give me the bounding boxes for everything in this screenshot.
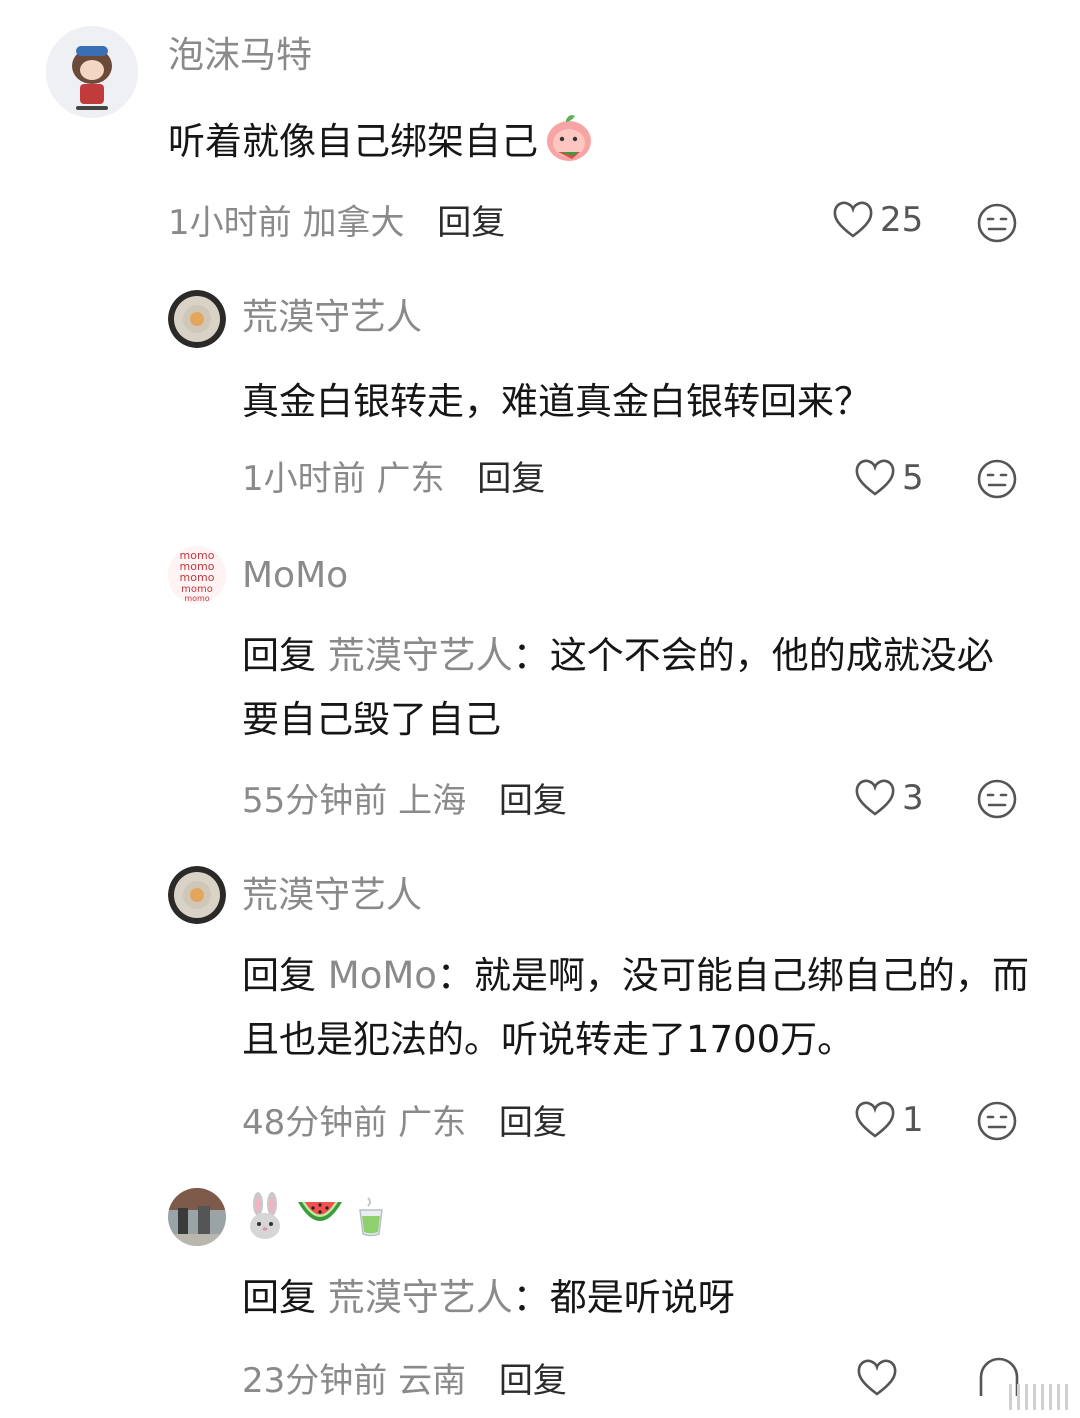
avatar-text: momo: [184, 594, 209, 603]
dislike-button[interactable]: [976, 1100, 1018, 1146]
location: 广东: [376, 459, 445, 499]
reply-button[interactable]: 回复: [499, 1361, 567, 1401]
meh-face-icon: [977, 203, 1017, 243]
like-button[interactable]: 25: [832, 200, 923, 240]
comment-meta: 23分钟前 云南 回复: [242, 1364, 567, 1398]
like-button[interactable]: [856, 1358, 898, 1398]
heart-icon: [855, 459, 895, 496]
comment-text: 听着就像自己绑架自己: [168, 110, 1028, 184]
comment-text: 回复 荒漠守艺人：这个不会的，他的成就没必要自己毁了自己: [242, 624, 1022, 752]
reply-to-username[interactable]: MoMo: [328, 954, 437, 997]
username[interactable]: 荒漠守艺人: [242, 300, 422, 336]
like-button[interactable]: 3: [854, 778, 924, 818]
location: 上海: [398, 781, 467, 821]
username[interactable]: 泡沫马特: [168, 38, 312, 74]
watermark-bars: [1009, 1384, 1068, 1410]
meh-face-icon: [977, 779, 1017, 819]
dislike-button[interactable]: [976, 202, 1018, 248]
username[interactable]: MoMo: [242, 558, 348, 594]
reply-button[interactable]: 回复: [437, 203, 505, 243]
username[interactable]: 荒漠守艺人: [242, 878, 422, 914]
reply-prefix: 回复: [242, 954, 316, 997]
comment-body: ：都是听说呀: [512, 1276, 735, 1319]
location: 广东: [398, 1103, 467, 1143]
reply-to-username[interactable]: 荒漠守艺人: [328, 634, 513, 677]
like-count: 5: [902, 458, 924, 498]
timestamp: 55分钟前: [242, 781, 388, 821]
dislike-button[interactable]: [976, 778, 1018, 824]
heart-icon: [855, 779, 895, 816]
heart-icon: [855, 1101, 895, 1138]
like-count: 1: [902, 1100, 924, 1140]
username-emojis[interactable]: [244, 1192, 388, 1244]
reply-prefix: 回复: [242, 1276, 316, 1319]
reply-to-username[interactable]: 荒漠守艺人: [328, 1276, 513, 1319]
peach-emoji-icon: [542, 110, 596, 184]
like-count: 3: [902, 778, 924, 818]
timestamp: 1小时前: [168, 203, 292, 243]
location: 加拿大: [302, 203, 405, 243]
comment-text: 回复 荒漠守艺人：都是听说呀: [242, 1266, 1032, 1330]
like-button[interactable]: 1: [854, 1100, 924, 1140]
like-button[interactable]: 5: [854, 458, 924, 498]
avatar[interactable]: [168, 290, 226, 348]
location: 云南: [398, 1361, 467, 1401]
reply-button[interactable]: 回复: [499, 1103, 567, 1143]
comment-meta: 48分钟前 广东 回复: [242, 1106, 567, 1140]
comment-meta: 55分钟前 上海 回复: [242, 784, 567, 818]
reply-prefix: 回复: [242, 634, 316, 677]
comment-meta: 1小时前 加拿大 回复: [168, 206, 505, 240]
comment-text: 回复 MoMo：就是啊，没可能自己绑自己的，而且也是犯法的。听说转走了1700万…: [242, 944, 1032, 1072]
avatar-text: momo: [180, 571, 215, 584]
tea-icon: [354, 1194, 388, 1242]
timestamp: 23分钟前: [242, 1361, 388, 1401]
avatar[interactable]: momo momo momo momo momo: [168, 546, 226, 604]
dislike-button[interactable]: [976, 458, 1018, 504]
meh-face-icon: [977, 459, 1017, 499]
heart-icon: [833, 201, 873, 238]
comment-meta: 1小时前 广东 回复: [242, 462, 545, 496]
rabbit-icon: [244, 1192, 286, 1244]
watermelon-icon: [296, 1196, 344, 1240]
avatar[interactable]: [168, 1188, 226, 1246]
timestamp: 1小时前: [242, 459, 366, 499]
reply-button[interactable]: 回复: [477, 459, 545, 499]
comment-text: 真金白银转走，难道真金白银转回来？: [242, 380, 871, 423]
meh-face-icon: [977, 1101, 1017, 1141]
heart-icon: [857, 1359, 897, 1396]
reply-button[interactable]: 回复: [499, 781, 567, 821]
like-count: 25: [880, 200, 924, 240]
timestamp: 48分钟前: [242, 1103, 388, 1143]
avatar[interactable]: [168, 866, 226, 924]
avatar[interactable]: [46, 26, 138, 118]
